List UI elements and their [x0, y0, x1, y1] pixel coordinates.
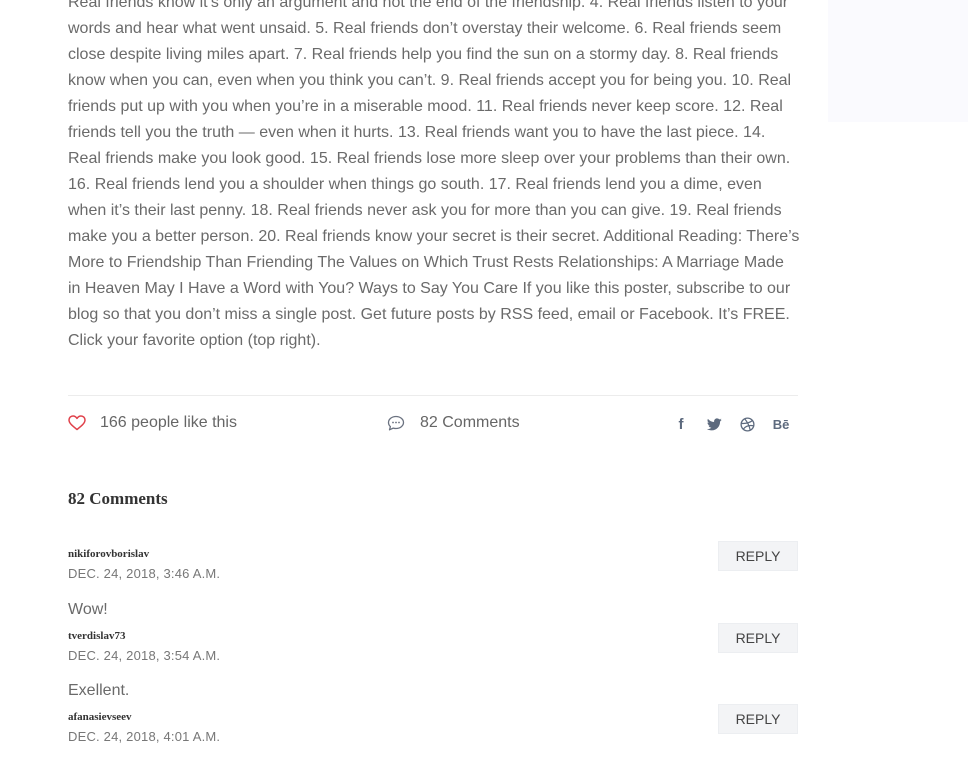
dribbble-icon[interactable]	[739, 416, 755, 432]
comment-author: afanasievseev	[68, 711, 132, 723]
comments-section-title: 82 Comments	[68, 489, 168, 508]
comment-date: DEC. 24, 2018, 3:46 A.M.	[68, 566, 221, 581]
behance-icon[interactable]: Bē	[772, 416, 790, 432]
comment-bubble-icon	[387, 415, 405, 431]
reply-button[interactable]: REPLY	[718, 704, 798, 734]
post-meta-bar: 166 people like this 82 Comments f Bē	[68, 395, 798, 452]
comment-author: tverdislav73	[68, 630, 126, 642]
comment-date: DEC. 24, 2018, 3:54 A.M.	[68, 648, 221, 663]
comments-link[interactable]: 82 Comments	[387, 414, 520, 432]
comments-count-label: 82 Comments	[420, 414, 520, 431]
comment-text: Exellent.	[68, 682, 130, 699]
sidebar-panel	[828, 0, 968, 122]
likes-label: 166 people like this	[100, 414, 237, 431]
article-body-text: Real friends know it’s only an argument …	[68, 0, 800, 349]
reply-button[interactable]: REPLY	[718, 623, 798, 653]
heart-icon	[68, 415, 86, 431]
reply-button[interactable]: REPLY	[718, 541, 798, 571]
like-button[interactable]: 166 people like this	[68, 414, 237, 432]
comment-date: DEC. 24, 2018, 4:01 A.M.	[68, 729, 221, 744]
comment-text: Wow!	[68, 601, 108, 618]
social-share-links: f Bē	[656, 416, 790, 433]
comment-author: nikiforovborislav	[68, 548, 150, 560]
twitter-icon[interactable]	[706, 416, 722, 432]
facebook-icon[interactable]: f	[673, 416, 689, 433]
